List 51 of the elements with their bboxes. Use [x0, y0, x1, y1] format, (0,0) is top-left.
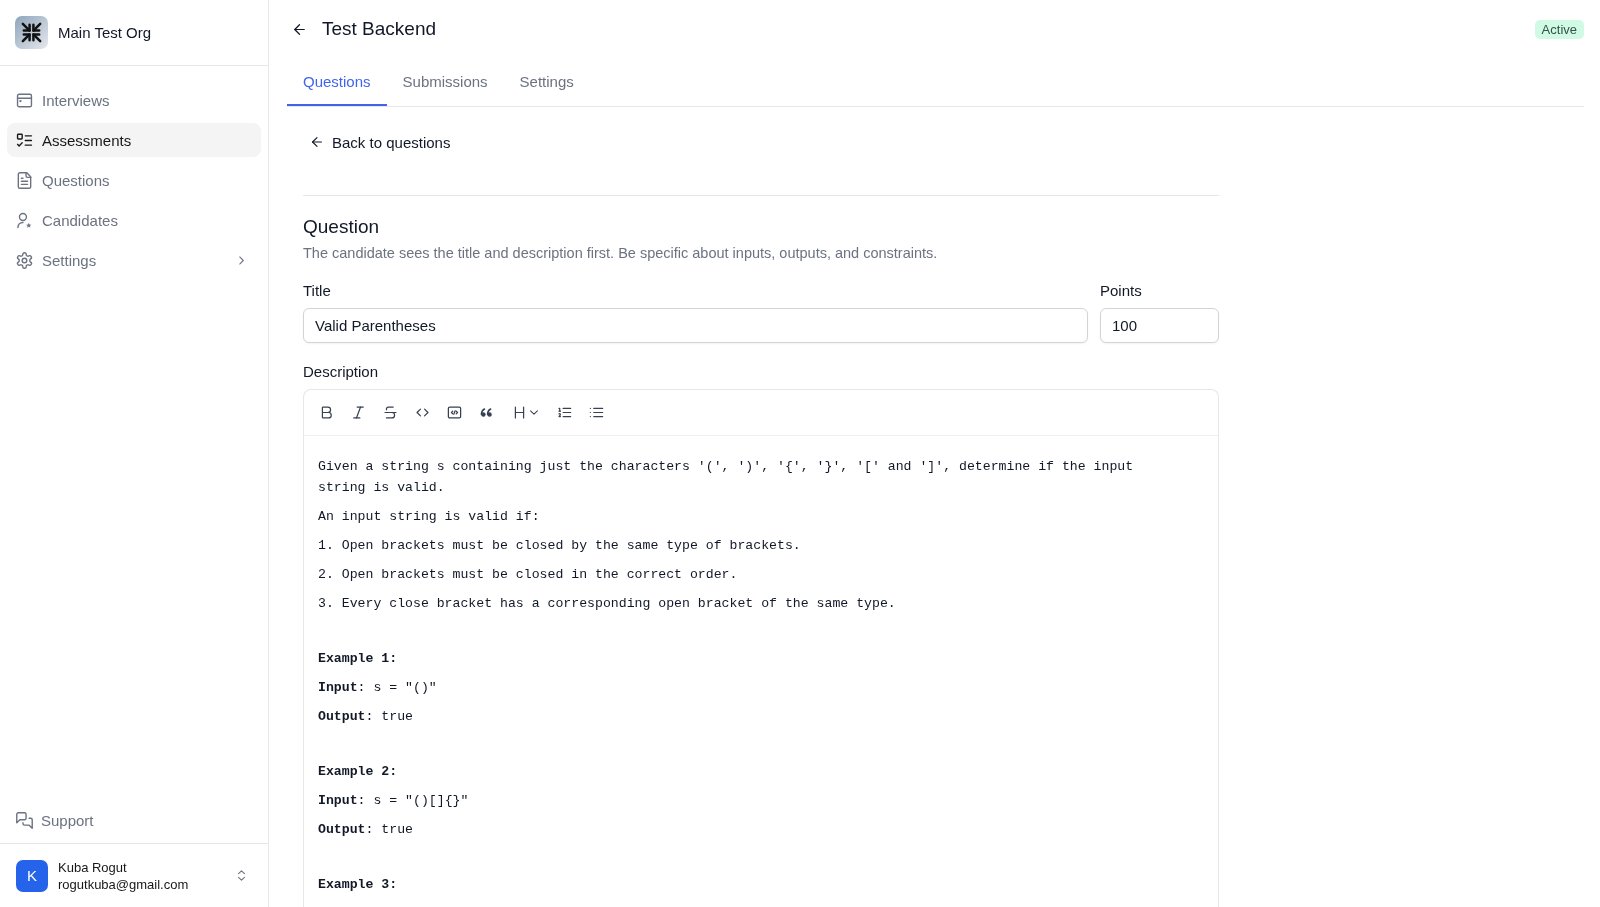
editor-paragraph: Output: true — [318, 821, 414, 839]
example-heading: Example 2: — [318, 763, 399, 781]
org-name: Main Test Org — [58, 24, 152, 41]
nav-item[interactable]: Questions — [7, 163, 261, 197]
example-heading: Example 3: — [318, 876, 399, 894]
logo-icon — [15, 16, 48, 49]
numbered-list-icon — [556, 405, 572, 420]
editor-paragraph: Input: s = "()" — [318, 679, 438, 697]
tab[interactable]: Settings — [503, 58, 590, 106]
user-avatar: K — [16, 859, 48, 892]
strikethrough-icon — [382, 405, 398, 420]
document-icon — [16, 171, 33, 189]
checklist-icon — [16, 131, 33, 149]
window-icon — [16, 91, 33, 109]
settings-icon — [16, 251, 33, 269]
user-star-icon — [16, 211, 33, 229]
editor-paragraph: Given a string s containing just the characters '(', ')', '{', '}', '[' and ']', determine if the input string is valid. — [318, 458, 1135, 497]
code-icon — [414, 405, 430, 420]
editor-paragraph: 1. Open brackets must be closed by the same type of brackets. — [318, 537, 802, 555]
status-badge: Active — [1534, 19, 1584, 39]
bullet-list-icon — [588, 405, 604, 420]
account-menu-button[interactable]: K Kuba Rogut rogutkuba@gmail.com — [0, 844, 268, 907]
editor-paragraph: Output: true — [318, 708, 414, 726]
caret-icon — [530, 410, 538, 415]
nav-item[interactable]: Settings — [7, 243, 261, 277]
nav-item[interactable]: Interviews — [7, 83, 261, 117]
editor-paragraph: 3. Every close bracket has a corresponding open bracket of the same type. — [318, 595, 897, 613]
code-block-icon — [446, 405, 462, 420]
heading-icon — [512, 405, 527, 420]
section-hint: The candidate sees the title and description first. Be specific about inputs, outputs, and constraints. — [303, 244, 939, 263]
title-input[interactable]: Valid Parentheses — [303, 308, 1088, 343]
editor-paragraph: 2. Open brackets must be closed in the correct order. — [318, 566, 739, 584]
nav-item[interactable]: Assessments — [7, 123, 261, 157]
chevrons-up-down-icon — [235, 869, 248, 882]
chat-bubbles-icon — [16, 811, 33, 829]
points-input[interactable]: 100 — [1100, 308, 1219, 343]
field-label: Points — [1100, 281, 1143, 301]
back-link[interactable]: Back to questions — [303, 125, 458, 159]
field-label: Description — [303, 362, 380, 382]
field-label: Title — [303, 281, 332, 301]
page-title: Test Backend — [322, 18, 437, 40]
editor-paragraph: Input: s = "()[]{}" — [318, 792, 470, 810]
italic-icon — [350, 405, 366, 420]
editor-paragraph: An input string is valid if: — [318, 508, 541, 526]
support-link[interactable]: Support — [7, 807, 103, 833]
section-heading: Question — [303, 215, 381, 239]
quote-icon — [478, 405, 494, 420]
tab[interactable]: Questions — [287, 58, 387, 106]
nav-item[interactable]: Candidates — [7, 203, 261, 237]
example-heading: Example 1: — [318, 650, 399, 668]
tab[interactable]: Submissions — [386, 58, 504, 106]
